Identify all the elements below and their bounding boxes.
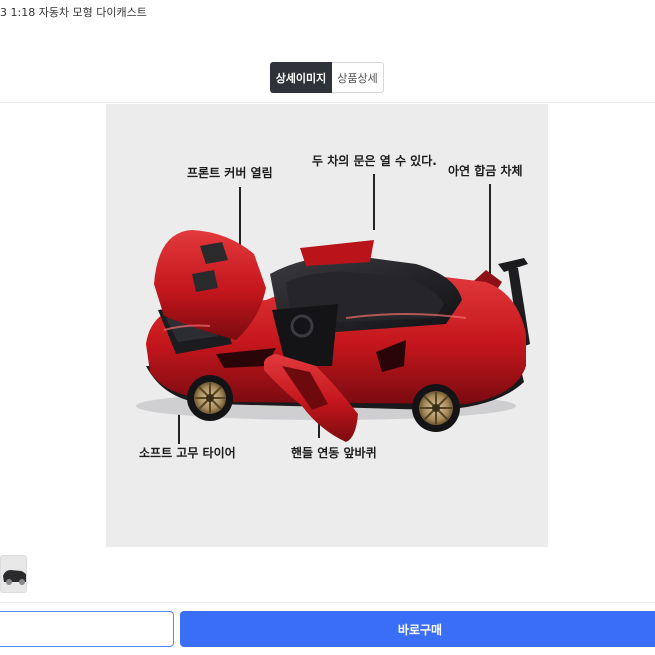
callout-tires: 소프트 고무 타이어 <box>139 446 236 460</box>
bottom-action-bar: 바로구매 <box>0 602 655 655</box>
product-detail-image: 프론트 커버 열림 두 차의 문은 열 수 있다. 아연 합금 차체 소프트 고… <box>106 104 548 547</box>
callout-front-cover: 프론트 커버 열림 <box>187 166 273 180</box>
tab-divider <box>0 102 655 103</box>
buy-now-button[interactable]: 바로구매 <box>180 611 655 647</box>
secondary-action-button[interactable] <box>0 611 174 647</box>
product-title: 3 1:18 자동차 모형 다이캐스트 <box>0 6 147 19</box>
tab-product-details[interactable]: 상품상세 <box>332 62 384 93</box>
thumbnail-car-icon <box>3 570 26 585</box>
thumbnail-image[interactable] <box>0 555 27 593</box>
tab-detail-images[interactable]: 상세이미지 <box>270 62 332 93</box>
callout-body: 아연 합금 차체 <box>448 164 523 178</box>
callout-doors: 두 차의 문은 열 수 있다. <box>312 154 437 168</box>
callout-steering: 핸들 연동 앞바퀴 <box>291 446 377 460</box>
detail-tabs: 상세이미지 상품상세 <box>270 62 384 93</box>
